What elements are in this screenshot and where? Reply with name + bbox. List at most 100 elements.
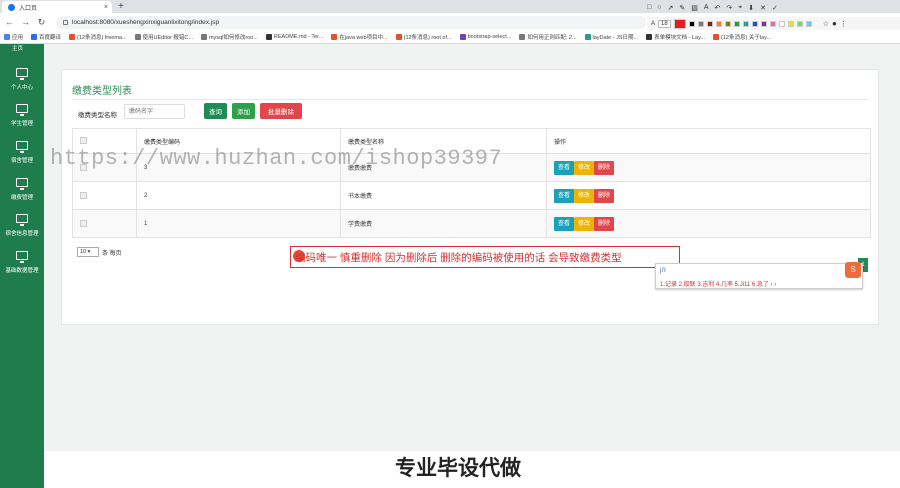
apps-icon [4,34,10,40]
font-icon: A [651,20,656,27]
color-swatch-blue[interactable] [751,20,758,27]
bookmark[interactable]: 应用 [4,33,23,41]
color-swatch-purple[interactable] [760,20,767,27]
bookmark-icon [265,34,272,40]
text-icon[interactable]: A [704,4,709,11]
menu-icon[interactable]: ⋮ [840,20,847,28]
new-tab-icon[interactable]: + [118,1,124,12]
pagination: 10 ▾ 条 每页 [77,247,122,257]
mosaic-icon[interactable]: ▨ [691,4,698,12]
bookmark[interactable]: (12条消息) freema... [69,33,127,41]
edit-button[interactable]: 修改 [574,160,595,175]
row-select[interactable] [72,209,137,238]
bookmark[interactable]: mysql如何修改roo... [200,33,258,41]
color-swatch-orange[interactable] [715,20,722,27]
color-swatch-olive[interactable] [724,20,731,27]
pin-icon[interactable]: ⌖ [738,4,742,12]
color-swatch-teal[interactable] [742,20,749,27]
cell-actions: 查看 修改 删除 [546,153,871,182]
close-toolbar-icon[interactable]: ✕ [760,4,766,12]
color-swatch-maroon[interactable] [706,20,713,27]
view-button[interactable]: 查看 [554,160,575,175]
delete-button[interactable]: 删除 [594,216,615,231]
bookmark[interactable]: 在java web项目中... [331,33,388,41]
url-input[interactable]: localhost:8080/xueshengxinxiguanlixitong… [56,15,646,29]
bookmark[interactable]: 表单模块文档 - Lay... [646,33,705,41]
color-swatch-gray[interactable] [697,20,704,27]
sidebar-item-dorm-info[interactable]: 宿舍信息管理 [0,208,44,246]
sidebar-item-base-data[interactable]: 基础数据管理 [0,245,44,283]
cell-actions: 查看 修改 删除 [546,181,871,210]
sidebar-item-dorms[interactable]: 宿舍管理 [0,135,44,173]
monitor-icon [16,214,28,226]
bookmark-icon [584,34,591,40]
checkbox[interactable] [80,137,87,145]
monitor-icon [16,251,28,263]
header-actions: 操作 [546,128,871,154]
sidebar-top-label[interactable]: 主页 [12,44,23,52]
query-button[interactable]: 查询 [204,103,227,119]
sidebar-item-payments[interactable]: 缴费管理 [0,172,44,210]
cell-name: 书本缴费 [340,181,547,210]
monitor-icon [16,178,28,190]
checkbox[interactable] [80,191,87,199]
add-button[interactable]: 添加 [232,103,255,119]
view-button[interactable]: 查看 [554,188,575,203]
cell-code: 1 [136,209,341,238]
color-swatch-lime[interactable] [796,20,803,27]
delete-button[interactable]: 删除 [594,188,615,203]
reload-icon[interactable]: ↻ [37,17,46,28]
forward-icon[interactable]: → [21,17,30,27]
color-toolbar: A 18 ☆ ● ⋮ [647,17,900,30]
color-swatch-pink[interactable] [769,20,776,27]
page-size-select[interactable]: 10 ▾ [77,247,99,257]
color-swatch-white[interactable] [778,20,785,27]
circle-icon[interactable]: ○ [657,4,661,11]
table-row: 1 学费缴费 查看 修改 删除 [72,209,871,238]
star-icon[interactable]: ☆ [823,20,829,28]
color-swatch-yellow[interactable] [787,20,794,27]
bookmark[interactable]: 如何用正则匹配: 2... [519,33,577,41]
color-swatch-green[interactable] [733,20,740,27]
save-icon[interactable]: ⬇ [748,4,754,12]
color-swatch-cyan[interactable] [805,20,812,27]
bookmark-icon [134,34,141,40]
font-size-select[interactable]: 18 [658,19,671,28]
sidebar-item-profile[interactable]: 个人中心 [0,62,44,100]
url-text: localhost:8080/xueshengxinxiguanlixitong… [72,18,220,26]
rectangle-icon[interactable]: □ [647,4,651,11]
sidebar-item-students[interactable]: 学生管理 [0,98,44,136]
browser-tab[interactable]: 入口页 × [2,1,112,13]
edit-button[interactable]: 修改 [574,188,595,203]
color-swatch-black[interactable] [688,20,695,27]
bookmarks-bar: 应用 百度翻译 (12条消息) freema... 使用UEditor 报错C.… [0,31,900,44]
checkbox[interactable] [80,219,87,227]
ime-candidates[interactable]: 1.记录 2.级联 3.吉利 4.几率 5.Ji11 6.急了 ‹ › [660,279,776,288]
monitor-icon [16,104,28,116]
undo-icon[interactable]: ↶ [715,4,721,12]
arrow-icon[interactable]: ↗ [667,4,673,12]
batch-delete-button[interactable]: 批量删除 [260,103,302,119]
bookmark-icon [200,34,207,40]
bookmark[interactable]: README.md - Ter... [265,34,323,40]
redo-icon[interactable]: ↷ [726,4,732,12]
ime-candidate-window: ji'l 1.记录 2.级联 3.吉利 4.几率 5.Ji11 6.急了 ‹ › [655,263,863,289]
color-swatch-red[interactable] [673,18,686,29]
view-button[interactable]: 查看 [554,216,575,231]
bookmark[interactable]: layDate - JS日期... [584,33,638,41]
confirm-icon[interactable]: ✓ [772,4,778,12]
search-input[interactable] [124,104,185,119]
delete-button[interactable]: 删除 [594,160,615,175]
bookmark[interactable]: (12条消息) 关于lay... [713,33,771,41]
close-icon[interactable]: × [104,4,108,11]
pen-icon[interactable]: ✎ [679,4,685,12]
bookmark[interactable]: 使用UEditor 报错C... [134,33,193,41]
bookmark[interactable]: bootstrap-select... [459,34,511,40]
back-icon[interactable]: ← [5,17,14,27]
edit-button[interactable]: 修改 [574,216,595,231]
sidebar-item-label: 缴费管理 [10,195,33,201]
profile-icon[interactable]: ● [832,19,837,28]
row-select[interactable] [72,181,137,210]
bookmark[interactable]: (12条消息) root of... [395,33,452,41]
bookmark[interactable]: 百度翻译 [31,33,61,41]
